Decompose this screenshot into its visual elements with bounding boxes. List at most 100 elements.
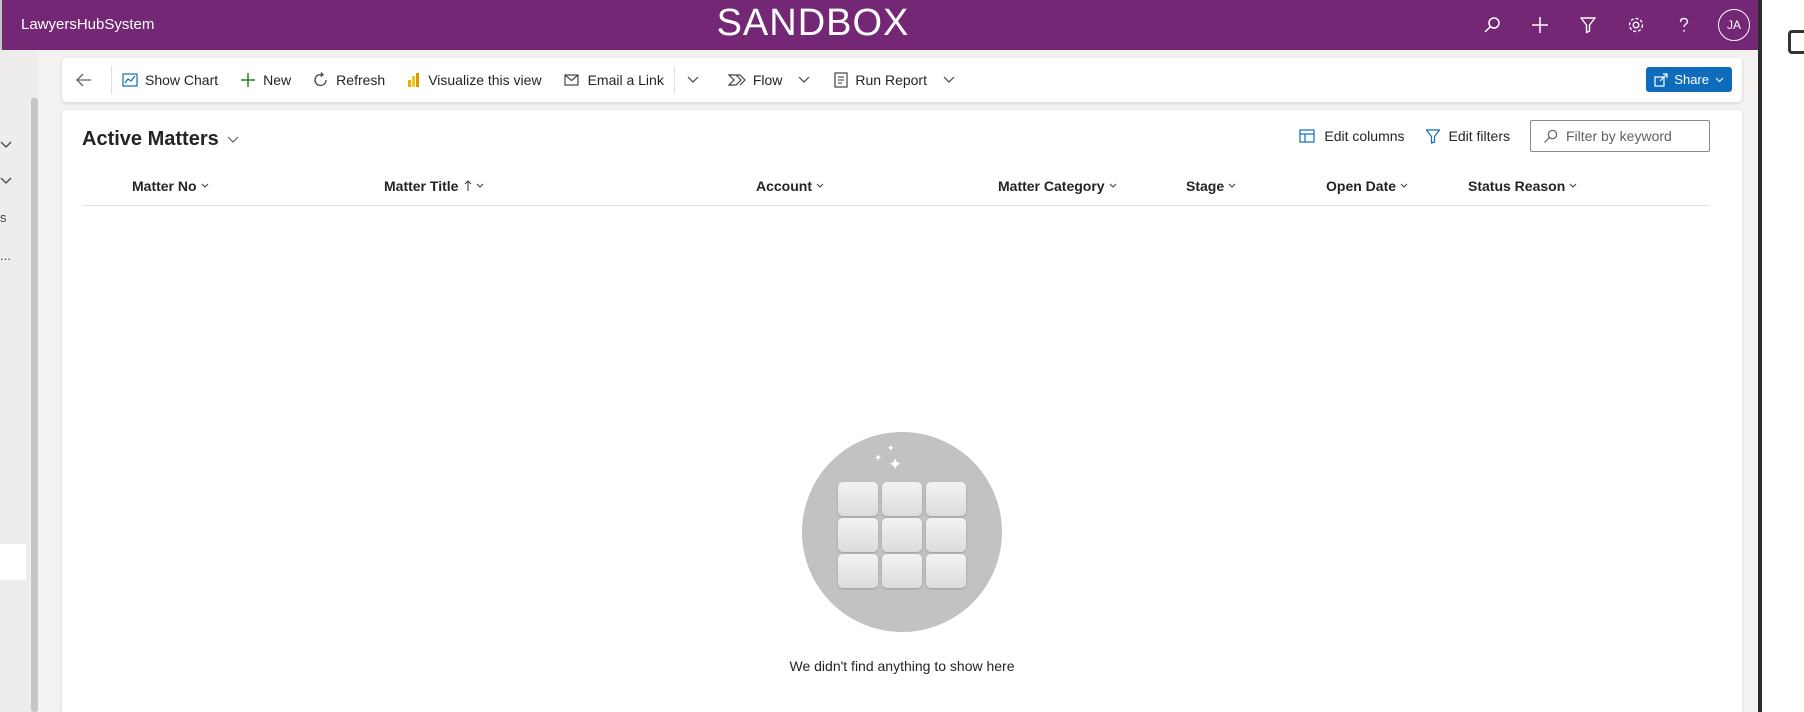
grid-header-row: Matter No Matter Title Account Matter Ca… <box>82 166 1710 206</box>
search-icon <box>1484 17 1500 33</box>
grid-tile <box>926 482 966 516</box>
edit-columns-icon <box>1299 129 1315 143</box>
show-chart-button[interactable]: Show Chart <box>114 62 226 98</box>
sparkle-icon: ✦ <box>887 443 895 453</box>
column-label: Matter No <box>132 178 197 194</box>
back-button[interactable] <box>62 62 109 98</box>
power-bi-icon <box>408 73 420 87</box>
search-icon <box>1544 129 1558 143</box>
refresh-icon <box>314 72 327 87</box>
window-divider <box>1758 0 1762 712</box>
chevron-down-icon <box>816 183 824 188</box>
chevron-down-icon[interactable] <box>0 176 14 186</box>
sidebar-item-label[interactable]: ... <box>0 248 11 263</box>
sidebar-scrollbar[interactable] <box>31 98 38 712</box>
visualize-view-label: Visualize this view <box>428 72 542 88</box>
grid-tile <box>926 518 966 552</box>
advanced-filter-button[interactable] <box>1564 9 1612 41</box>
run-report-label: Run Report <box>855 72 927 88</box>
flow-icon <box>727 74 746 86</box>
grid-tile <box>838 518 878 552</box>
grid-tile <box>926 554 966 588</box>
environment-banner: SANDBOX <box>716 2 910 44</box>
chart-icon <box>122 73 138 87</box>
chevron-down-icon <box>943 76 955 83</box>
view-selector[interactable]: Active Matters <box>82 128 239 151</box>
more-commands-button[interactable] <box>677 62 716 98</box>
column-label: Status Reason <box>1468 178 1566 194</box>
column-header-open-date[interactable]: Open Date <box>1326 178 1408 194</box>
sparkle-icon: ✦ <box>888 455 903 474</box>
new-label: New <box>263 72 292 88</box>
grid-tile <box>838 482 878 516</box>
right-window-edge <box>1758 0 1804 712</box>
refresh-button[interactable]: Refresh <box>305 62 393 98</box>
flow-button[interactable]: Flow <box>720 62 819 98</box>
app-icon[interactable] <box>1788 30 1804 54</box>
column-label: Matter Title <box>384 178 459 194</box>
command-bar: Show Chart New Refresh Visualize this vi… <box>62 58 1742 102</box>
sparkle-icon: ✦ <box>874 453 883 464</box>
show-chart-label: Show Chart <box>145 72 219 88</box>
column-label: Open Date <box>1326 178 1397 194</box>
grid-tile <box>882 482 922 516</box>
refresh-label: Refresh <box>336 72 386 88</box>
chevron-down-icon <box>1228 183 1236 188</box>
sort-ascending-icon <box>465 180 472 191</box>
user-avatar[interactable]: JA <box>1718 9 1750 41</box>
column-label: Matter Category <box>998 178 1105 194</box>
new-record-button[interactable] <box>1516 9 1564 41</box>
grid-tile <box>882 554 922 588</box>
view-title: Active Matters <box>82 128 219 150</box>
plus-icon <box>241 73 256 87</box>
chevron-down-icon <box>201 183 208 188</box>
funnel-icon <box>1425 129 1440 144</box>
keyword-filter-input[interactable]: Filter by keyword <box>1530 120 1710 152</box>
column-header-matter-category[interactable]: Matter Category <box>998 178 1117 194</box>
plus-icon <box>1532 17 1548 33</box>
email-link-label: Email a Link <box>587 72 664 88</box>
edit-columns-button[interactable]: Edit columns <box>1299 128 1405 144</box>
arrow-left-icon <box>76 73 91 87</box>
view-panel: Active Matters Edit columns Edit filters… <box>62 110 1742 712</box>
site-map-sidebar: s ... <box>0 50 38 712</box>
divider <box>673 66 675 94</box>
new-button[interactable]: New <box>232 62 299 98</box>
chevron-down-icon[interactable] <box>0 140 14 150</box>
empty-grid-illustration: ✦ ✦ ✦ <box>802 432 1002 632</box>
view-tools: Edit columns Edit filters Filter by keyw… <box>1299 120 1710 152</box>
search-button[interactable] <box>1468 9 1516 41</box>
funnel-icon <box>1580 17 1596 34</box>
grid-tile <box>838 554 878 588</box>
sidebar-selected-item[interactable] <box>0 544 26 580</box>
sidebar-item-label[interactable]: s <box>0 210 7 225</box>
share-button[interactable]: Share <box>1646 67 1732 92</box>
app-header: LawyersHubSystem SANDBOX JA <box>0 0 1758 50</box>
settings-button[interactable] <box>1612 9 1660 41</box>
chevron-down-icon <box>477 183 484 188</box>
run-report-button[interactable]: Run Report <box>826 62 963 98</box>
column-label: Account <box>756 178 812 194</box>
column-header-account[interactable]: Account <box>756 178 824 194</box>
report-icon <box>834 72 848 88</box>
column-header-stage[interactable]: Stage <box>1186 178 1236 194</box>
flow-label: Flow <box>752 72 783 88</box>
chevron-down-icon <box>687 76 699 83</box>
column-header-matter-title[interactable]: Matter Title <box>384 178 484 194</box>
visualize-view-button[interactable]: Visualize this view <box>399 62 549 98</box>
chevron-down-icon <box>798 76 810 83</box>
email-link-button[interactable]: Email a Link <box>556 62 672 98</box>
chevron-down-icon <box>1109 183 1116 188</box>
help-button[interactable] <box>1660 9 1708 41</box>
column-label: Stage <box>1186 178 1225 194</box>
edit-filters-button[interactable]: Edit filters <box>1425 128 1510 144</box>
grid-tile <box>882 518 922 552</box>
column-header-status-reason[interactable]: Status Reason <box>1468 178 1577 194</box>
column-header-matter-no[interactable]: Matter No <box>132 178 209 194</box>
gear-icon <box>1628 17 1644 33</box>
share-icon <box>1654 72 1668 87</box>
chevron-down-icon <box>227 136 239 143</box>
question-icon <box>1679 17 1689 32</box>
chevron-down-icon <box>1569 183 1577 188</box>
email-link-icon <box>563 73 579 86</box>
